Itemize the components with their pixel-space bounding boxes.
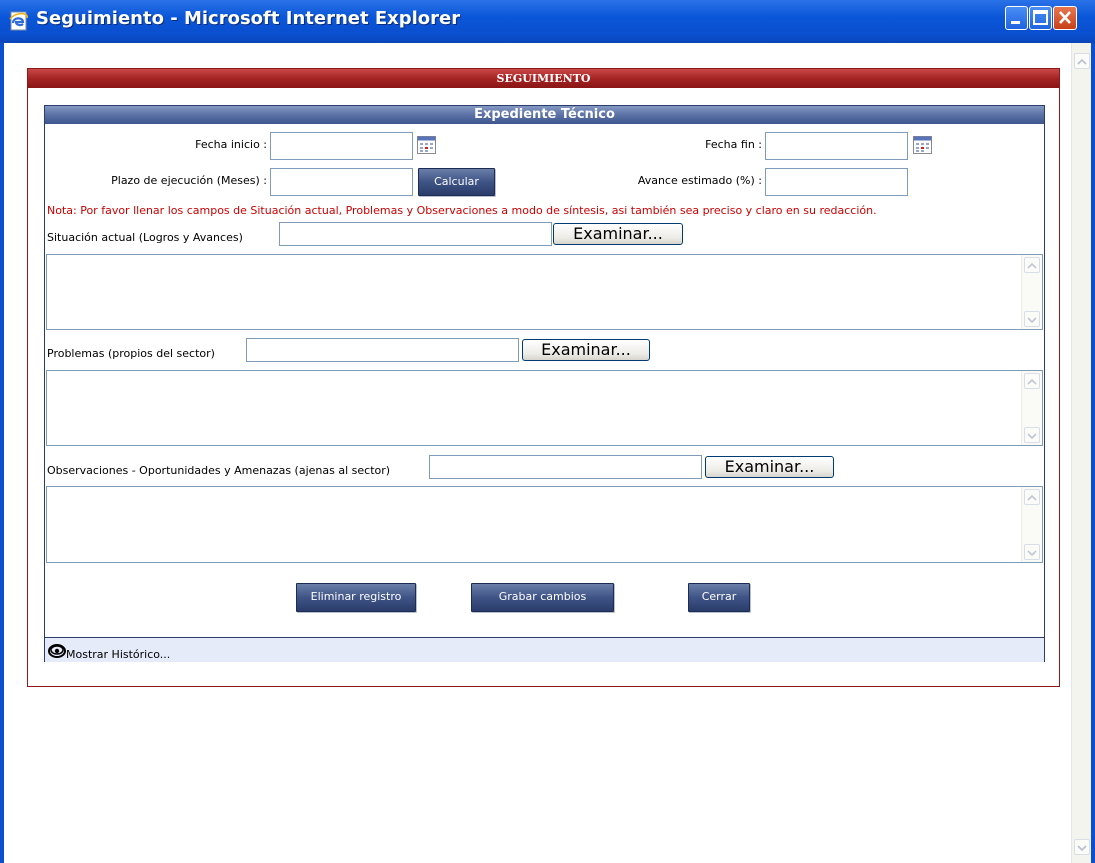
minimize-button[interactable] bbox=[1005, 6, 1028, 30]
textarea-scrollbar[interactable] bbox=[1021, 487, 1042, 562]
seguimiento-panel: SEGUIMIENTO Expediente Técnico Fecha ini… bbox=[27, 68, 1060, 687]
observaciones-file-input[interactable] bbox=[429, 455, 702, 479]
observaciones-textarea[interactable] bbox=[46, 486, 1043, 563]
history-bar[interactable]: Mostrar Histórico... bbox=[45, 637, 1044, 662]
chevron-up-icon bbox=[1077, 58, 1087, 65]
fecha-inicio-input[interactable] bbox=[270, 132, 413, 160]
chevron-up-icon bbox=[1027, 494, 1037, 501]
eliminar-registro-button[interactable]: Eliminar registro bbox=[296, 583, 416, 612]
scroll-down-button[interactable] bbox=[1024, 311, 1040, 327]
scroll-up-button[interactable] bbox=[1024, 373, 1040, 389]
scroll-down-button[interactable] bbox=[1024, 427, 1040, 443]
problemas-browse-button[interactable]: Examinar... bbox=[522, 339, 650, 361]
scroll-down-button[interactable] bbox=[1024, 544, 1040, 560]
window-frame-left bbox=[0, 43, 4, 863]
calendar-icon[interactable] bbox=[913, 136, 932, 154]
avance-label: Avance estimado (%) : bbox=[637, 174, 762, 187]
situacion-textarea[interactable] bbox=[46, 254, 1043, 330]
chevron-down-icon bbox=[1027, 317, 1037, 324]
cerrar-button[interactable]: Cerrar bbox=[688, 583, 750, 612]
chevron-up-icon bbox=[1027, 378, 1037, 385]
grabar-cambios-button[interactable]: Grabar cambios bbox=[471, 583, 614, 612]
plazo-input[interactable] bbox=[270, 168, 413, 196]
note-text: Nota: Por favor llenar los campos de Sit… bbox=[47, 204, 877, 217]
window-title-bar[interactable]: Seguimiento - Microsoft Internet Explore… bbox=[0, 0, 1095, 43]
scroll-down-button[interactable] bbox=[1074, 839, 1090, 855]
scroll-up-button[interactable] bbox=[1024, 489, 1040, 505]
chevron-down-icon bbox=[1027, 550, 1037, 557]
close-button[interactable] bbox=[1053, 6, 1077, 30]
window-title: Seguimiento - Microsoft Internet Explore… bbox=[36, 8, 461, 29]
section-title: Expediente Técnico bbox=[45, 106, 1044, 124]
fecha-inicio-label: Fecha inicio : bbox=[195, 138, 267, 151]
situacion-label: Situación actual (Logros y Avances) bbox=[47, 231, 243, 244]
eye-icon bbox=[48, 644, 66, 658]
maximize-icon bbox=[1033, 10, 1048, 25]
problemas-textarea[interactable] bbox=[46, 370, 1043, 446]
chevron-down-icon bbox=[1077, 845, 1087, 852]
close-icon bbox=[1059, 11, 1071, 24]
chevron-down-icon bbox=[1027, 433, 1037, 440]
observaciones-browse-button[interactable]: Examinar... bbox=[705, 456, 834, 478]
situacion-browse-button[interactable]: Examinar... bbox=[553, 223, 683, 245]
fecha-fin-label: Fecha fin : bbox=[705, 138, 762, 151]
window-frame-right bbox=[1091, 43, 1095, 863]
calendar-icon[interactable] bbox=[417, 136, 436, 154]
plazo-label: Plazo de ejecución (Meses) : bbox=[111, 174, 267, 187]
textarea-scrollbar[interactable] bbox=[1021, 255, 1042, 329]
page-scrollbar[interactable] bbox=[1071, 43, 1091, 863]
maximize-button[interactable] bbox=[1029, 6, 1052, 30]
mostrar-historico-link[interactable]: Mostrar Histórico... bbox=[66, 648, 170, 661]
observaciones-label: Observaciones - Oportunidades y Amenazas… bbox=[47, 464, 391, 477]
situacion-file-input[interactable] bbox=[279, 222, 552, 246]
textarea-scrollbar[interactable] bbox=[1021, 371, 1042, 445]
minimize-icon bbox=[1011, 21, 1020, 24]
calcular-button[interactable]: Calcular bbox=[418, 168, 495, 196]
fecha-fin-input[interactable] bbox=[765, 132, 908, 160]
avance-input[interactable] bbox=[765, 168, 908, 196]
problemas-file-input[interactable] bbox=[246, 338, 519, 362]
scroll-up-button[interactable] bbox=[1024, 257, 1040, 273]
expediente-section: Expediente Técnico Fecha inicio : Fecha … bbox=[44, 105, 1045, 662]
scroll-up-button[interactable] bbox=[1074, 53, 1090, 69]
problemas-label: Problemas (propios del sector) bbox=[47, 347, 215, 360]
ie-page-icon bbox=[9, 11, 28, 31]
chevron-up-icon bbox=[1027, 262, 1037, 269]
panel-title: SEGUIMIENTO bbox=[28, 69, 1059, 88]
